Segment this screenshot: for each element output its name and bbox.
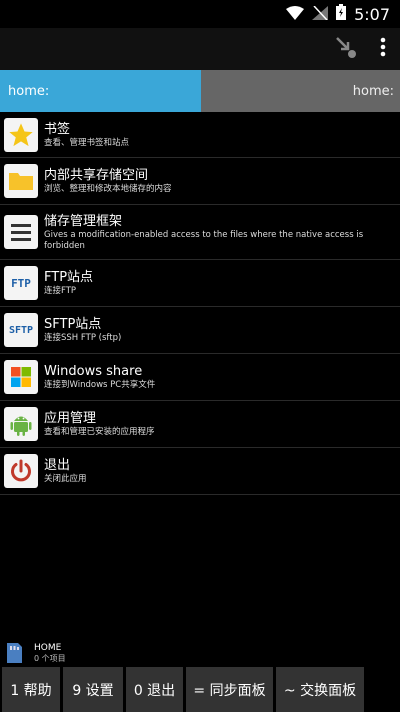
list-item-app-manager[interactable]: 应用管理 查看和管理已安装的应用程序 <box>0 401 400 448</box>
sd-card-icon <box>4 641 24 665</box>
list-item-exit[interactable]: 退出 关闭此应用 <box>0 448 400 495</box>
battery-icon <box>336 4 347 24</box>
panel-tabs: home: home: <box>0 70 400 112</box>
overflow-menu-icon[interactable] <box>380 37 386 61</box>
item-subtitle: 查看、管理书签和站点 <box>44 137 130 148</box>
status-bar: 5:07 <box>0 0 400 28</box>
exit-button[interactable]: 0 退出 <box>126 667 183 712</box>
ftp-icon: FTP <box>4 266 38 300</box>
list-item-bookmarks[interactable]: 书签 查看、管理书签和站点 <box>0 112 400 158</box>
no-signal-icon <box>312 4 329 24</box>
power-icon <box>4 454 38 488</box>
home-list: 书签 查看、管理书签和站点 内部共享存储空间 浏览、整理和修改本地储存的内容 储… <box>0 112 400 495</box>
swap-panels-button[interactable]: ~ 交换面板 <box>276 667 364 712</box>
item-subtitle: Gives a modification-enabled access to t… <box>44 229 364 251</box>
item-title: SFTP站点 <box>44 317 102 332</box>
item-subtitle: 连接SSH FTP (sftp) <box>44 333 122 343</box>
android-icon <box>4 407 38 441</box>
sftp-icon: SFTP <box>4 313 38 347</box>
item-title: 储存管理框架 <box>44 213 123 229</box>
item-subtitle: 连接到Windows PC共享文件 <box>44 380 156 390</box>
item-title: 退出 <box>44 458 71 473</box>
folder-icon <box>4 164 38 198</box>
list-item-ftp[interactable]: FTP FTP站点 连接FTP <box>0 260 400 307</box>
panel-info: HOME 0 个项目 <box>0 639 400 667</box>
item-subtitle: 查看和管理已安装的应用程序 <box>44 427 155 437</box>
item-subtitle: 连接FTP <box>44 286 77 296</box>
item-title: 内部共享存储空间 <box>44 168 149 183</box>
clock-time: 5:07 <box>354 4 390 24</box>
panel-path: HOME <box>34 642 62 653</box>
item-title: FTP站点 <box>44 270 94 285</box>
list-item-windows-share[interactable]: Windows share 连接到Windows PC共享文件 <box>0 354 400 401</box>
item-title: 书签 <box>44 121 71 137</box>
tab-left-panel[interactable]: home: <box>0 70 201 112</box>
settings-button[interactable]: 9 设置 <box>63 667 123 712</box>
sync-panels-button[interactable]: = 同步面板 <box>186 667 273 712</box>
list-item-storage-framework[interactable]: 储存管理框架 Gives a modification-enabled acce… <box>0 205 400 260</box>
menu-lines-icon <box>4 215 38 249</box>
tab-right-panel[interactable]: home: <box>201 70 400 112</box>
item-count: 0 个项目 <box>34 653 66 663</box>
move-icon[interactable] <box>334 35 358 63</box>
item-subtitle: 关闭此应用 <box>44 474 87 484</box>
item-title: Windows share <box>44 364 143 379</box>
toolbar <box>0 28 400 70</box>
list-item-sftp[interactable]: SFTP SFTP站点 连接SSH FTP (sftp) <box>0 307 400 354</box>
windows-icon <box>4 360 38 394</box>
help-button[interactable]: 1 帮助 <box>2 667 60 712</box>
item-subtitle: 浏览、整理和修改本地储存的内容 <box>44 184 172 194</box>
star-icon <box>4 117 38 152</box>
function-key-bar: 1 帮助 9 设置 0 退出 = 同步面板 ~ 交换面板 <box>0 667 400 712</box>
wifi-icon <box>286 5 305 24</box>
item-title: 应用管理 <box>44 411 97 426</box>
list-item-internal-storage[interactable]: 内部共享存储空间 浏览、整理和修改本地储存的内容 <box>0 158 400 205</box>
